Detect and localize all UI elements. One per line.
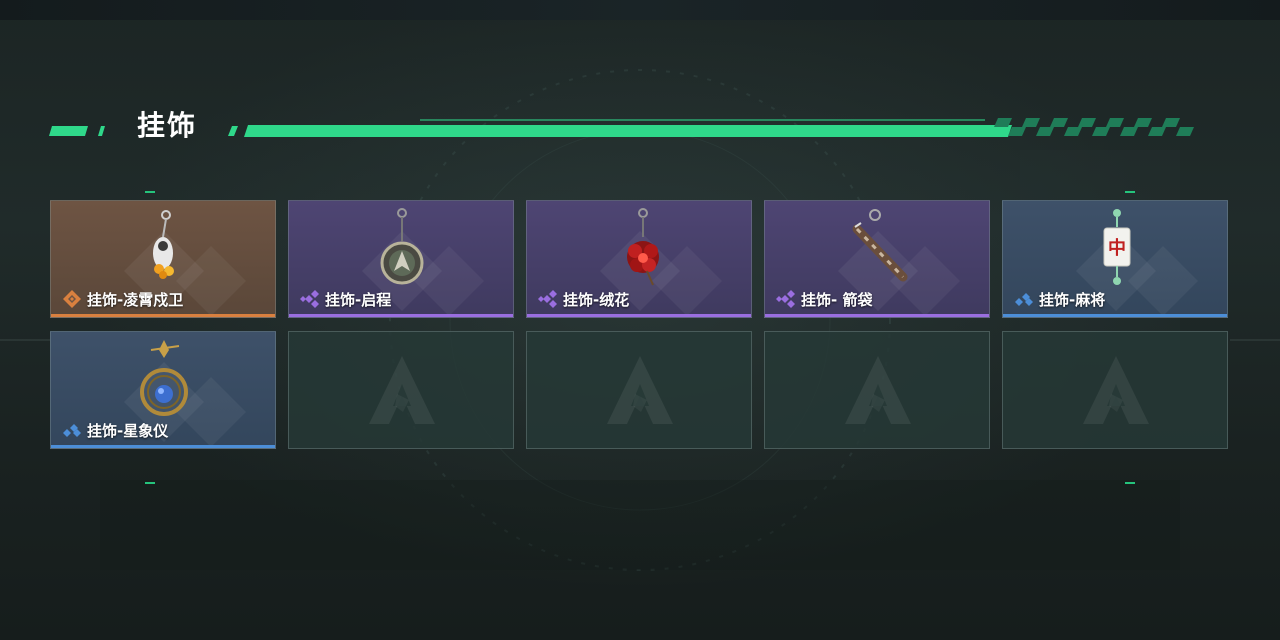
charm-slot-4[interactable]: 挂饰- 箭袋 bbox=[764, 200, 990, 318]
rarity-diamond-icon bbox=[63, 290, 81, 308]
charm-label: 挂饰-凌霄戍卫 bbox=[61, 289, 183, 309]
charm-name: 挂饰- 箭袋 bbox=[801, 290, 873, 309]
charm-slot-6[interactable]: 挂饰-星象仪 bbox=[50, 331, 276, 449]
empty-charm-slot[interactable] bbox=[1002, 331, 1228, 449]
charm-name: 挂饰-启程 bbox=[325, 290, 392, 309]
rarity-diamonds-icon bbox=[538, 290, 557, 308]
charm-label: 挂饰-启程 bbox=[299, 289, 391, 309]
rarity-diamonds-icon bbox=[1015, 293, 1033, 306]
charm-name: 挂饰-凌霄戍卫 bbox=[87, 290, 184, 309]
corner-tick bbox=[1125, 482, 1135, 484]
charm-name: 挂饰-绒花 bbox=[563, 290, 630, 309]
charm-slot-2[interactable]: 挂饰-启程 bbox=[288, 200, 514, 318]
empty-slot-logo-icon bbox=[369, 356, 435, 424]
rarity-underline bbox=[527, 314, 751, 317]
charm-inventory-screen: 挂饰 挂饰-凌霄戍卫 挂饰-启程 挂饰-绒花 挂饰- 箭袋 中 挂饰-麻将 挂饰… bbox=[0, 0, 1280, 640]
charm-slot-1[interactable]: 挂饰-凌霄戍卫 bbox=[50, 200, 276, 318]
rarity-diamonds-icon bbox=[300, 290, 319, 308]
rarity-diamonds-icon bbox=[63, 424, 81, 437]
empty-charm-slot[interactable] bbox=[288, 331, 514, 449]
charm-name: 挂饰-麻将 bbox=[1039, 290, 1106, 309]
corner-tick bbox=[145, 191, 155, 193]
svg-text:中: 中 bbox=[1108, 237, 1126, 259]
charm-label: 挂饰-麻将 bbox=[1013, 289, 1105, 309]
rarity-diamonds-icon bbox=[776, 290, 795, 308]
corner-tick bbox=[1125, 191, 1135, 193]
charm-slot-3[interactable]: 挂饰-绒花 bbox=[526, 200, 752, 318]
rarity-underline bbox=[1003, 314, 1227, 317]
corner-tick bbox=[145, 482, 155, 484]
rarity-underline bbox=[51, 445, 275, 448]
charm-label: 挂饰-绒花 bbox=[537, 289, 629, 309]
empty-slot-logo-icon bbox=[607, 356, 673, 424]
charm-label: 挂饰-星象仪 bbox=[61, 420, 168, 440]
empty-charm-slot[interactable] bbox=[526, 331, 752, 449]
rarity-underline bbox=[289, 314, 513, 317]
charm-label: 挂饰- 箭袋 bbox=[775, 289, 872, 309]
rarity-underline bbox=[765, 314, 989, 317]
empty-charm-slot[interactable] bbox=[764, 331, 990, 449]
charm-name: 挂饰-星象仪 bbox=[87, 421, 169, 440]
empty-slot-logo-icon bbox=[1083, 356, 1149, 424]
rarity-underline bbox=[51, 314, 275, 317]
empty-slot-logo-icon bbox=[845, 356, 911, 424]
charm-slot-5[interactable]: 中 挂饰-麻将 bbox=[1002, 200, 1228, 318]
section-title: 挂饰 bbox=[137, 109, 198, 142]
